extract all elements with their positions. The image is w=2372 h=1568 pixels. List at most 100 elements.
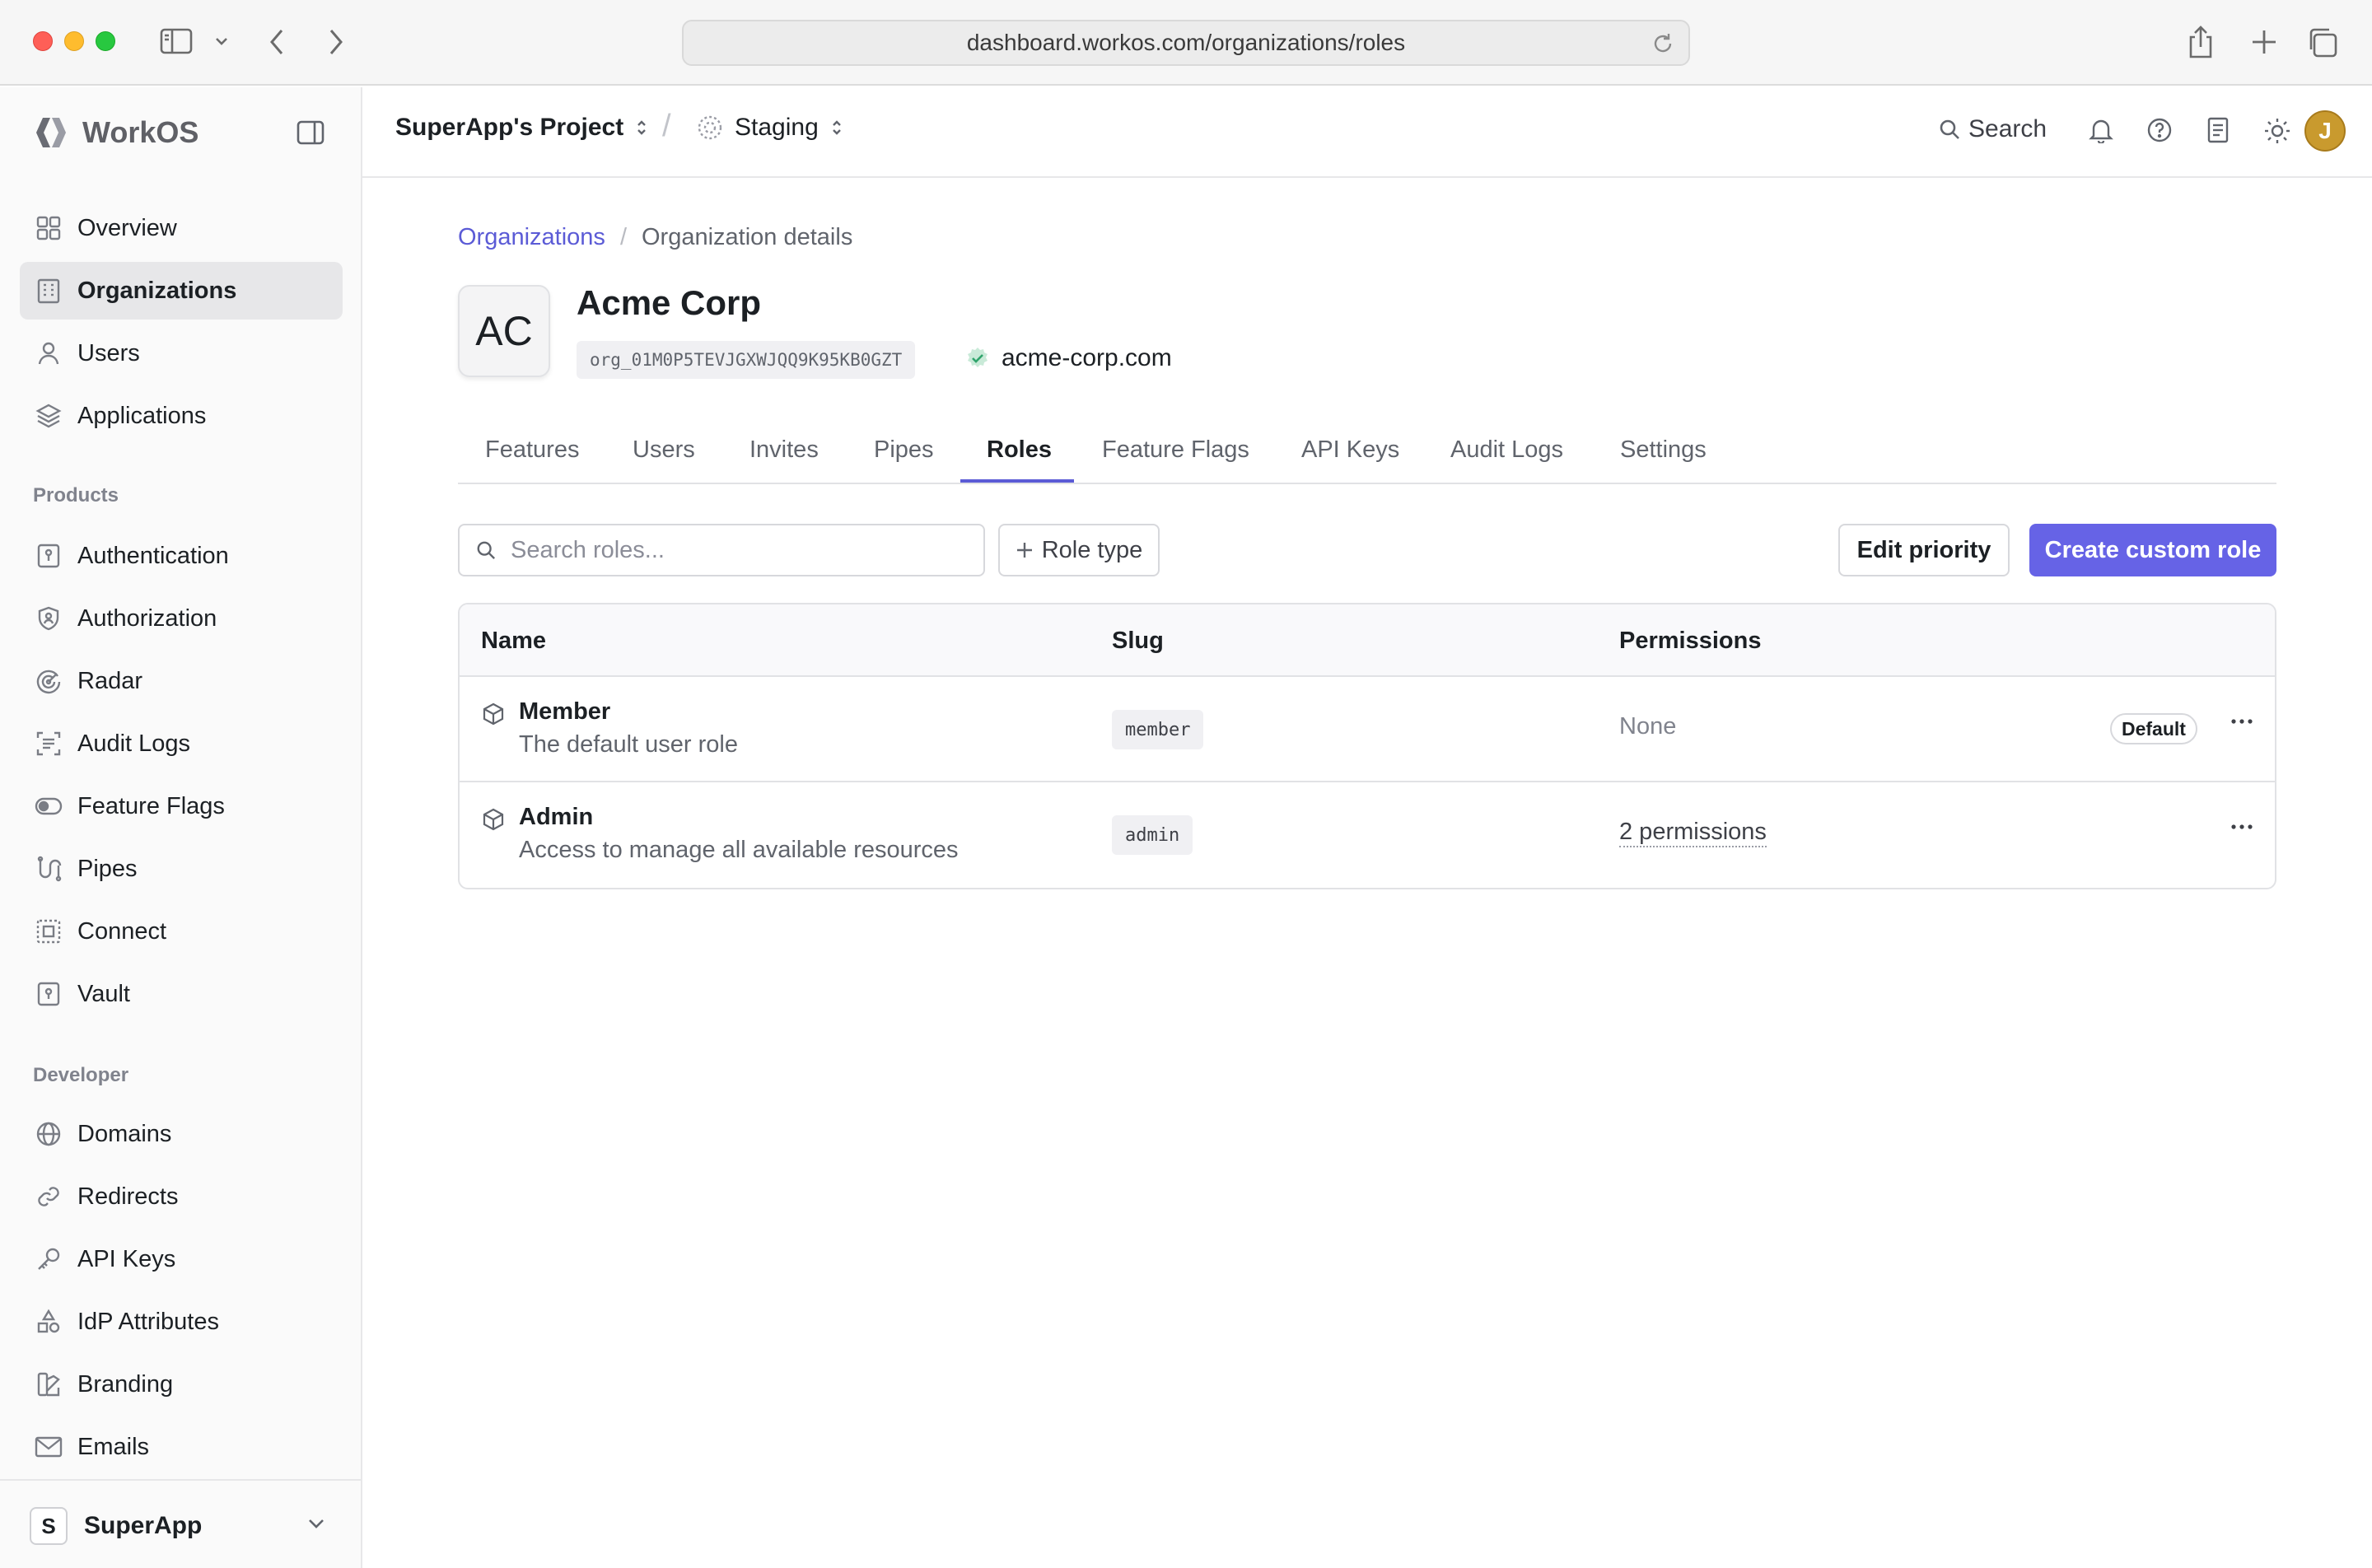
project-switcher[interactable]: SuperApp's Project <box>395 114 648 142</box>
sidebar-item-overview[interactable]: Overview <box>20 199 343 257</box>
theme-sun-icon[interactable] <box>2263 117 2291 145</box>
reload-icon[interactable] <box>1651 31 1675 56</box>
sidebar-item-label: Overview <box>77 214 177 241</box>
role-type-filter-button[interactable]: Role type <box>998 524 1160 576</box>
role-name: Member <box>519 698 611 725</box>
sidebar-item-radar[interactable]: Radar <box>20 652 343 710</box>
sidebar-item-authentication[interactable]: Authentication <box>20 527 343 585</box>
sidebar-item-api-keys[interactable]: API Keys <box>20 1230 343 1288</box>
org-id-badge[interactable]: org_01M0P5TEVJGXWJQQ9K95KB0GZT <box>577 341 916 379</box>
sidebar-item-branding[interactable]: Branding <box>20 1356 343 1413</box>
sidebar-item-redirects[interactable]: Redirects <box>20 1168 343 1225</box>
radar-icon <box>35 667 63 695</box>
tab-features[interactable]: Features <box>485 436 579 464</box>
toggle-icon <box>35 792 63 820</box>
staging-env-icon <box>697 114 723 141</box>
maximize-window-button[interactable] <box>96 31 115 51</box>
create-custom-role-button[interactable]: Create custom role <box>2029 524 2276 576</box>
tab-audit-logs[interactable]: Audit Logs <box>1450 436 1563 464</box>
tab-feature-flags[interactable]: Feature Flags <box>1102 436 1249 464</box>
collapse-sidebar-icon[interactable] <box>296 120 325 145</box>
sidebar-item-label: IdP Attributes <box>77 1308 219 1335</box>
org-domain-text: acme-corp.com <box>1002 344 1172 371</box>
sidebar-item-emails[interactable]: Emails <box>20 1418 343 1476</box>
share-icon[interactable] <box>2186 25 2216 59</box>
forward-arrow-icon[interactable] <box>328 28 344 56</box>
sidebar-item-label: Domains <box>77 1120 172 1147</box>
sidebar-item-authorization[interactable]: Authorization <box>20 590 343 647</box>
docs-icon[interactable] <box>2206 117 2230 143</box>
tab-settings[interactable]: Settings <box>1620 436 1707 464</box>
table-header: Name Slug Permissions <box>460 604 2275 677</box>
user-avatar[interactable]: J <box>2304 110 2346 152</box>
back-arrow-icon[interactable] <box>268 28 285 56</box>
sidebar-item-label: Applications <box>77 402 207 429</box>
project-name: SuperApp's Project <box>395 114 624 141</box>
sidebar-item-feature-flags[interactable]: Feature Flags <box>20 777 343 835</box>
edit-priority-button[interactable]: Edit priority <box>1838 524 2010 576</box>
search-roles-input[interactable]: Search roles... <box>458 524 985 576</box>
vault-icon <box>35 980 63 1008</box>
chevron-down-icon[interactable] <box>306 1517 326 1530</box>
sidebar-toggle-icon[interactable] <box>160 26 193 56</box>
org-avatar: AC <box>458 285 550 377</box>
globe-icon <box>35 1120 63 1148</box>
search-button[interactable]: Search <box>1939 115 2047 143</box>
plus-icon <box>1016 541 1034 559</box>
sidebar-item-label: API Keys <box>77 1245 176 1272</box>
org-tabs: Features Users Invites Pipes Roles Featu… <box>458 418 2276 484</box>
chevron-updown-icon <box>830 118 843 138</box>
sidebar-item-connect[interactable]: Connect <box>20 903 343 960</box>
chevron-down-icon[interactable] <box>214 36 229 46</box>
search-icon <box>1939 119 1960 140</box>
minimize-window-button[interactable] <box>64 31 84 51</box>
sidebar-item-applications[interactable]: Applications <box>20 387 343 445</box>
sidebar-item-users[interactable]: Users <box>20 324 343 382</box>
sidebar-item-label: Feature Flags <box>77 792 225 819</box>
grid-icon <box>35 214 63 242</box>
more-actions-icon[interactable] <box>2230 824 2253 830</box>
search-label: Search <box>1968 115 2047 142</box>
brand[interactable]: WorkOS <box>33 115 198 150</box>
address-bar[interactable]: dashboard.workos.com/organizations/roles <box>682 20 1690 66</box>
cube-icon <box>481 702 506 726</box>
tab-invites[interactable]: Invites <box>749 436 819 464</box>
bell-icon[interactable] <box>2089 117 2113 143</box>
role-type-label: Role type <box>1041 536 1143 563</box>
tab-roles[interactable]: Roles <box>987 436 1052 464</box>
chevron-updown-icon <box>635 118 648 138</box>
tab-api-keys[interactable]: API Keys <box>1301 436 1399 464</box>
environment-switcher[interactable]: Staging <box>697 114 843 142</box>
key-door-icon <box>35 542 63 570</box>
browser-toolbar: dashboard.workos.com/organizations/roles <box>0 0 2372 86</box>
role-slug: member <box>1112 710 1204 749</box>
sidebar-item-organizations[interactable]: Organizations <box>20 262 343 320</box>
tab-overview-icon[interactable] <box>2306 26 2339 59</box>
table-row[interactable]: Admin Access to manage all available res… <box>460 782 2275 888</box>
role-permissions-link[interactable]: 2 permissions <box>1619 819 1767 847</box>
team-switcher[interactable]: S SuperApp <box>0 1479 361 1568</box>
sidebar-item-domains[interactable]: Domains <box>20 1105 343 1163</box>
sidebar-item-pipes[interactable]: Pipes <box>20 840 343 898</box>
tab-users[interactable]: Users <box>633 436 695 464</box>
search-placeholder: Search roles... <box>511 536 665 563</box>
table-row[interactable]: Member The default user role member None… <box>460 677 2275 782</box>
close-window-button[interactable] <box>33 31 53 51</box>
new-tab-icon[interactable] <box>2250 28 2278 56</box>
tab-pipes[interactable]: Pipes <box>874 436 934 464</box>
sidebar-item-vault[interactable]: Vault <box>20 965 343 1023</box>
sidebar-item-idp-attributes[interactable]: IdP Attributes <box>20 1293 343 1351</box>
column-header-permissions: Permissions <box>1619 628 1762 654</box>
sidebar-item-audit-logs[interactable]: Audit Logs <box>20 715 343 772</box>
search-icon <box>476 540 496 560</box>
breadcrumb-current: Organization details <box>642 224 853 250</box>
mail-icon <box>35 1433 63 1461</box>
section-heading-products: Products <box>33 484 119 506</box>
sidebar-item-label: Pipes <box>77 855 138 882</box>
breadcrumb-organizations-link[interactable]: Organizations <box>458 224 605 251</box>
default-badge: Default <box>2110 713 2197 744</box>
help-icon[interactable] <box>2146 117 2173 143</box>
brand-name: WorkOS <box>82 115 199 149</box>
connect-icon <box>35 917 63 945</box>
more-actions-icon[interactable] <box>2230 718 2253 725</box>
